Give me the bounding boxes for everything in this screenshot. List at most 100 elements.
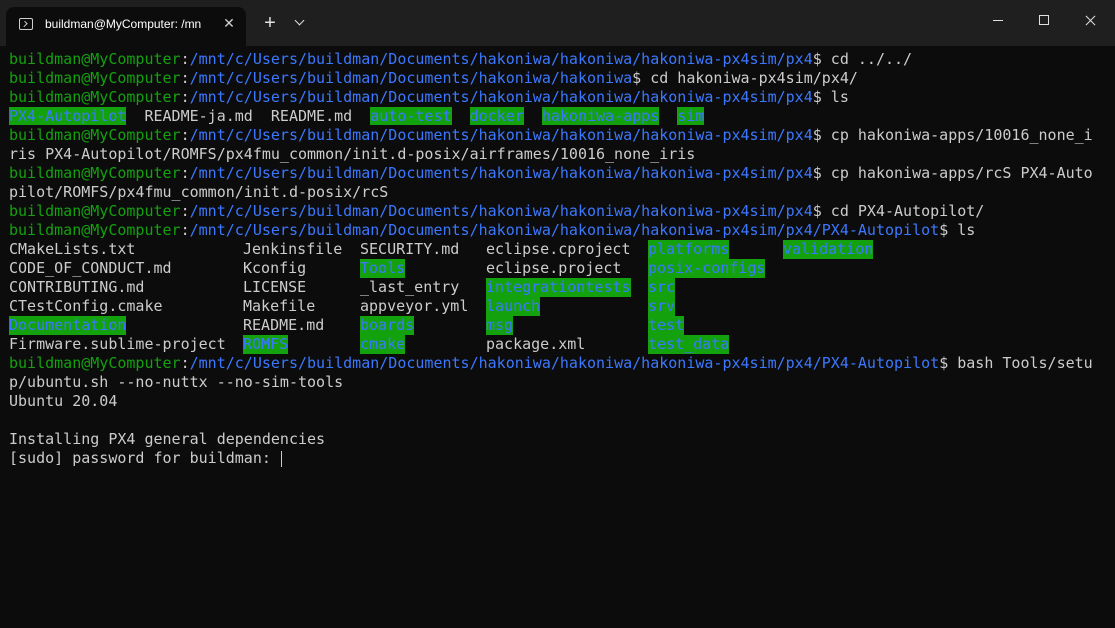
file-entry: README-ja.md — [144, 107, 253, 125]
prompt-user: buildman@MyComputer — [9, 126, 181, 144]
command-text: $ bash Tools/setu — [939, 354, 1093, 372]
dir-entry: integrationtests — [486, 278, 631, 297]
dir-entry: ROMFS — [243, 335, 289, 354]
command-text: $ cp hakoniwa-apps/10016_none_i — [812, 126, 1093, 144]
file-entry: appveyor.yml — [360, 297, 469, 315]
prompt-path: /mnt/c/Users/buildman/Documents/hakoniwa… — [189, 221, 940, 239]
dir-entry: test_data — [648, 335, 730, 354]
file-entry: README.md — [270, 107, 353, 125]
terminal-line: Installing PX4 general dependencies — [9, 430, 326, 448]
dir-entry: boards — [360, 316, 415, 335]
command-text: $ ls — [939, 221, 976, 239]
prompt-user: buildman@MyComputer — [9, 164, 181, 182]
terminal-tab[interactable]: buildman@MyComputer: /mn ✕ — [6, 7, 246, 46]
chevron-down-icon[interactable] — [290, 12, 310, 34]
prompt-path: /mnt/c/Users/buildman/Documents/hakoniwa… — [189, 354, 940, 372]
dir-entry: docker — [469, 107, 524, 125]
prompt-colon: : — [180, 202, 190, 220]
file-entry: Kconfig — [243, 259, 307, 277]
prompt-colon: : — [180, 50, 190, 68]
file-entry: package.xml — [486, 335, 586, 353]
terminal-icon — [19, 18, 33, 30]
dir-entry: launch — [486, 297, 541, 316]
dir-entry: platforms — [648, 240, 730, 259]
terminal-line: Ubuntu 20.04 — [9, 392, 118, 410]
minimize-button[interactable] — [975, 0, 1021, 40]
command-text: $ cd hakoniwa-px4sim/px4/ — [632, 69, 858, 87]
password-prompt: [sudo] password for buildman: — [9, 449, 280, 467]
dir-entry: posix-configs — [648, 259, 766, 278]
dir-entry: srv — [648, 297, 676, 316]
dir-entry: test — [648, 316, 685, 335]
prompt-path: /mnt/c/Users/buildman/Documents/hakoniwa… — [189, 164, 813, 182]
title-bar: buildman@MyComputer: /mn ✕ + — [0, 0, 1115, 46]
file-entry: CTestConfig.cmake — [9, 297, 163, 315]
prompt-colon: : — [180, 164, 190, 182]
file-entry: eclipse.cproject — [486, 240, 631, 258]
file-entry: Jenkinsfile — [243, 240, 343, 258]
prompt-colon: : — [180, 88, 190, 106]
dir-entry: src — [648, 278, 676, 297]
terminal-line: ris PX4-Autopilot/ROMFS/px4fmu_common/in… — [9, 145, 696, 163]
new-tab-button[interactable]: + — [260, 12, 280, 34]
command-text: $ cd PX4-Autopilot/ — [812, 202, 985, 220]
file-entry: eclipse.project — [486, 259, 622, 277]
file-entry: SECURITY.md — [360, 240, 460, 258]
dir-entry: Documentation — [9, 316, 127, 335]
maximize-button[interactable] — [1021, 0, 1067, 40]
file-entry: CONTRIBUTING.md — [9, 278, 145, 296]
ls-grid: CMakeLists.txt CODE_OF_CONDUCT.md CONTRI… — [9, 240, 1109, 354]
prompt-user: buildman@MyComputer — [9, 202, 181, 220]
terminal-line: buildman@MyComputer:/mnt/c/Users/buildma… — [9, 354, 1109, 373]
dir-entry: PX4-Autopilot — [9, 107, 127, 125]
terminal-line: buildman@MyComputer:/mnt/c/Users/buildma… — [9, 164, 1109, 183]
terminal-line: buildman@MyComputer:/mnt/c/Users/buildma… — [9, 221, 1109, 240]
text-cursor — [280, 450, 282, 467]
close-window-button[interactable] — [1067, 0, 1113, 40]
command-text: $ cp hakoniwa-apps/rcS PX4-Auto — [812, 164, 1093, 182]
prompt-user: buildman@MyComputer — [9, 50, 181, 68]
ls-output-line: PX4-Autopilot README-ja.md README.md aut… — [9, 107, 1109, 126]
file-entry: Firmware.sublime-project — [9, 335, 226, 353]
terminal-line: buildman@MyComputer:/mnt/c/Users/buildma… — [9, 69, 1109, 88]
terminal-line: buildman@MyComputer:/mnt/c/Users/buildma… — [9, 50, 1109, 69]
file-entry: CODE_OF_CONDUCT.md — [9, 259, 172, 277]
terminal-line: buildman@MyComputer:/mnt/c/Users/buildma… — [9, 126, 1109, 145]
dir-entry: auto-test — [370, 107, 452, 125]
prompt-path: /mnt/c/Users/buildman/Documents/hakoniwa… — [189, 202, 813, 220]
prompt-colon: : — [180, 69, 190, 87]
terminal-window: buildman@MyComputer: /mn ✕ + buildman@My… — [0, 0, 1115, 628]
file-entry: Makefile — [243, 297, 316, 315]
file-entry: README.md — [243, 316, 325, 334]
dir-entry: Tools — [360, 259, 406, 278]
file-entry: _last_entry — [360, 278, 460, 296]
dir-entry: validation — [783, 240, 874, 259]
prompt-path: /mnt/c/Users/buildman/Documents/hakoniwa… — [189, 69, 633, 87]
prompt-colon: : — [180, 221, 190, 239]
dir-entry: hakoniwa-apps — [541, 107, 660, 125]
file-entry: LICENSE — [243, 278, 307, 296]
prompt-user: buildman@MyComputer — [9, 88, 181, 106]
prompt-user: buildman@MyComputer — [9, 354, 181, 372]
dir-entry: cmake — [360, 335, 406, 354]
prompt-path: /mnt/c/Users/buildman/Documents/hakoniwa… — [189, 50, 813, 68]
file-entry: CMakeLists.txt — [9, 240, 136, 258]
command-text: $ ls — [812, 88, 849, 106]
command-text: $ cd ../../ — [812, 50, 913, 68]
terminal-line: buildman@MyComputer:/mnt/c/Users/buildma… — [9, 202, 1109, 221]
tab-title: buildman@MyComputer: /mn — [45, 17, 202, 31]
terminal-line: p/ubuntu.sh --no-nuttx --no-sim-tools — [9, 373, 344, 391]
terminal-output[interactable]: buildman@MyComputer:/mnt/c/Users/buildma… — [9, 50, 1109, 620]
dir-entry: sim — [677, 107, 705, 125]
prompt-path: /mnt/c/Users/buildman/Documents/hakoniwa… — [189, 126, 813, 144]
prompt-user: buildman@MyComputer — [9, 221, 181, 239]
terminal-line: buildman@MyComputer:/mnt/c/Users/buildma… — [9, 88, 1109, 107]
prompt-user: buildman@MyComputer — [9, 69, 181, 87]
prompt-colon: : — [180, 354, 190, 372]
prompt-path: /mnt/c/Users/buildman/Documents/hakoniwa… — [189, 88, 813, 106]
close-tab-icon[interactable]: ✕ — [220, 14, 238, 32]
prompt-colon: : — [180, 126, 190, 144]
password-prompt-line[interactable]: [sudo] password for buildman: — [9, 449, 1109, 468]
dir-entry: msg — [486, 316, 514, 335]
